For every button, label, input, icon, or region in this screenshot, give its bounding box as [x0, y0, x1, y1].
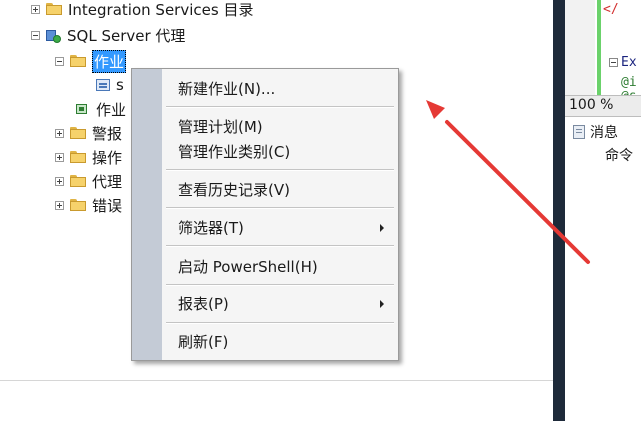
submenu-arrow-icon — [380, 300, 384, 308]
tree-node-label-selected: 作业 — [92, 49, 127, 73]
menu-item-start-powershell[interactable]: 启动 PowerShell(H) — [178, 256, 318, 277]
menu-separator — [166, 284, 394, 286]
menu-separator — [166, 322, 394, 324]
change-tracking-bar — [597, 0, 601, 95]
job-icon — [96, 79, 110, 91]
tree-node-alerts[interactable]: 警报 — [55, 122, 122, 144]
folder-icon — [70, 127, 86, 139]
expand-icon[interactable] — [55, 176, 64, 186]
expand-icon[interactable] — [55, 152, 64, 162]
submenu-arrow-icon — [380, 224, 384, 232]
tree-node-label: Integration Services 目录 — [68, 0, 254, 19]
zoom-level[interactable]: 100 % — [569, 97, 613, 113]
collapse-icon[interactable] — [31, 30, 40, 40]
messages-tab[interactable]: 消息 — [573, 122, 618, 142]
tree-node-label: 警报 — [92, 124, 123, 143]
tree-node-operators[interactable]: 操作 — [55, 146, 122, 168]
tree-node-label: 操作 — [92, 148, 123, 167]
tree-node-label: SQL Server 代理 — [67, 26, 186, 45]
code-line: </ — [603, 2, 619, 17]
tree-node-proxies[interactable]: 代理 — [55, 170, 122, 192]
menu-separator — [166, 245, 394, 247]
menu-item-new-job[interactable]: 新建作业(N)... — [178, 78, 275, 99]
expand-icon[interactable] — [55, 128, 64, 138]
collapse-icon[interactable] — [55, 56, 64, 66]
tree-node-sql-agent[interactable]: SQL Server 代理 — [31, 24, 185, 46]
menu-item-refresh[interactable]: 刷新(F) — [178, 331, 228, 352]
fold-icon[interactable] — [609, 58, 618, 67]
sql-agent-icon — [46, 28, 61, 43]
menu-item-manage-schedules[interactable]: 管理计划(M) — [178, 116, 263, 137]
pane-splitter[interactable] — [553, 0, 565, 421]
messages-icon — [573, 125, 585, 139]
context-menu: 新建作业(N)... 管理计划(M) 管理作业类别(C) 查看历史记录(V) 筛… — [131, 68, 399, 361]
tree-node-jobs[interactable]: 作业 — [55, 49, 127, 73]
folder-icon — [46, 3, 62, 15]
messages-tab-label: 消息 — [590, 125, 618, 141]
tree-node-label: 错误 — [92, 196, 123, 215]
folder-icon — [70, 199, 86, 211]
activity-monitor-icon — [75, 102, 90, 116]
zoom-bar: 100 % — [565, 95, 641, 117]
tree-node-error-logs[interactable]: 错误 — [55, 194, 122, 216]
code-line: @i — [621, 75, 637, 90]
editor-gutter — [565, 0, 595, 95]
bottom-panel — [0, 380, 553, 421]
menu-item-reports[interactable]: 报表(P) — [178, 293, 229, 314]
tree-node-job-activity-monitor[interactable]: 作业 — [75, 98, 126, 120]
menu-item-manage-job-categories[interactable]: 管理作业类别(C) — [178, 141, 290, 162]
tree-node-job-item[interactable]: s — [96, 74, 124, 96]
expand-icon[interactable] — [31, 4, 40, 14]
tree-node-integration-services[interactable]: Integration Services 目录 — [31, 0, 253, 20]
menu-separator — [166, 169, 394, 171]
tree-node-label: 作业 — [96, 100, 127, 119]
menu-icon-strip — [132, 69, 162, 360]
menu-item-filter[interactable]: 筛选器(T) — [178, 217, 244, 238]
menu-item-view-history[interactable]: 查看历史记录(V) — [178, 179, 290, 200]
menu-separator — [166, 106, 394, 108]
folder-icon — [70, 151, 86, 163]
messages-pane: 消息 命令 — [565, 117, 641, 380]
folder-icon — [70, 55, 86, 67]
query-editor[interactable]: </ Ex @i @s — [565, 0, 641, 95]
tree-node-label: s — [116, 76, 124, 94]
menu-separator — [166, 207, 394, 209]
folder-icon — [70, 175, 86, 187]
tree-node-label: 代理 — [92, 172, 123, 191]
messages-text: 命令 — [605, 148, 633, 164]
code-line: Ex — [621, 55, 637, 70]
expand-icon[interactable] — [55, 200, 64, 210]
